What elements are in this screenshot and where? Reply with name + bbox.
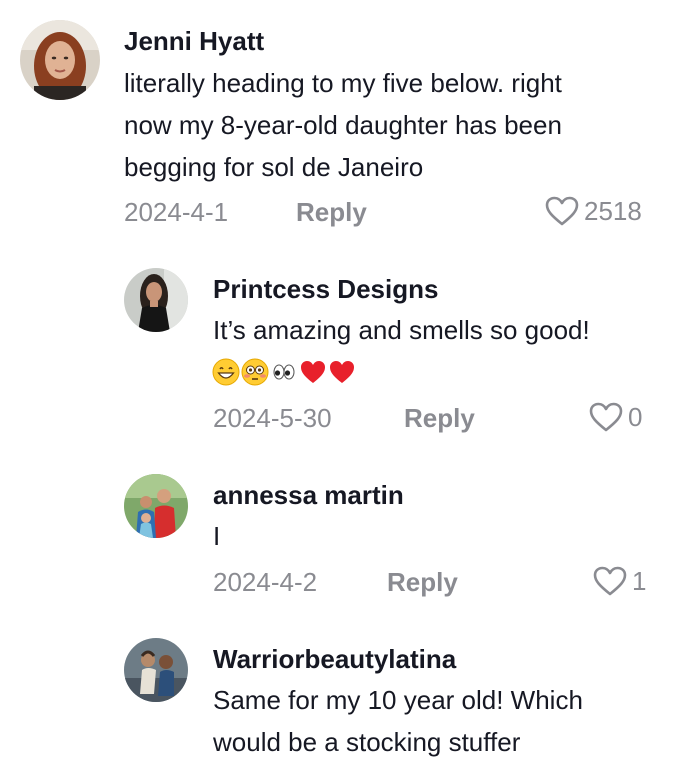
heart-outline-icon xyxy=(589,402,623,432)
red-heart-icon xyxy=(301,361,325,383)
comment-author[interactable]: Warriorbeautylatina xyxy=(213,644,456,674)
avatar-photo xyxy=(124,474,188,538)
comment-author[interactable]: Printcess Designs xyxy=(213,274,438,304)
like-count: 2518 xyxy=(584,196,642,226)
comment-text-line: begging for sol de Janeiro xyxy=(124,152,424,182)
comment-text-line: now my 8-year-old daughter has been xyxy=(124,110,562,140)
comment-text: I xyxy=(213,515,220,557)
reply-button[interactable]: Reply xyxy=(404,403,475,433)
avatar[interactable] xyxy=(124,268,188,332)
comment-date: 2024-4-1 xyxy=(124,197,229,227)
comment-text-line: literally heading to my five below. righ… xyxy=(124,68,562,98)
like-button[interactable]: 0 xyxy=(588,401,642,433)
like-count: 0 xyxy=(628,402,643,432)
like-count: 1 xyxy=(632,566,647,596)
comment-text-line: It’s amazing and smells so good! xyxy=(213,315,590,345)
comment-author[interactable]: Jenni Hyatt xyxy=(124,26,264,56)
heart-outline-icon xyxy=(545,196,579,226)
grinning-face-icon xyxy=(212,358,240,386)
comment-text: literally heading to my five below. righ… xyxy=(124,62,562,188)
avatar-photo xyxy=(20,20,100,100)
avatar[interactable] xyxy=(124,474,188,538)
comment-date: 2024-5-30 xyxy=(213,403,332,433)
heart-outline-icon xyxy=(593,566,627,596)
comment-text-line: would be a stocking stuffer xyxy=(213,727,521,757)
comment-text: Same for my 10 year old! Which would be … xyxy=(213,679,583,763)
red-heart-icon xyxy=(330,361,354,383)
avatar-photo xyxy=(124,638,188,702)
comment-text-line: Same for my 10 year old! Which xyxy=(213,685,583,715)
comment-text-line: I xyxy=(213,521,221,551)
reply-button[interactable]: Reply xyxy=(296,197,367,227)
like-button[interactable]: 2518 xyxy=(544,195,642,227)
like-button[interactable]: 1 xyxy=(592,565,646,597)
avatar[interactable] xyxy=(20,20,100,100)
avatar-photo xyxy=(124,268,188,332)
reply-button[interactable]: Reply xyxy=(387,567,458,597)
emoji-row xyxy=(212,358,356,388)
avatar[interactable] xyxy=(124,638,188,702)
flushed-face-icon xyxy=(241,358,269,386)
comment-author[interactable]: annessa martin xyxy=(213,480,404,510)
comment-text: It’s amazing and smells so good! xyxy=(213,309,590,351)
eyes-icon xyxy=(273,364,295,380)
comment-date: 2024-4-2 xyxy=(213,567,318,597)
